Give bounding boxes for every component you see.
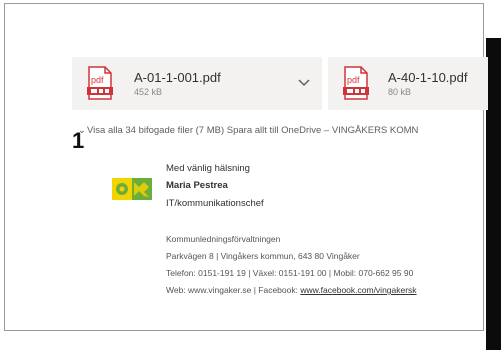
attachment-card-1[interactable]: pdf A-01-1-001.pdf 452 kB [72,57,322,110]
vingaker-logo [112,178,152,200]
pdf-file-icon: pdf [343,66,369,100]
signature-phone: Telefon: 0151-191 19 | Växel: 0151-191 0… [166,268,414,278]
show-all-attachments-link[interactable]: Visa alla 34 bifogade filer (7 MB) [87,125,224,136]
attachment-actions-row: ⌄Visa alla 34 bifogade filer (7 MB) Spar… [78,125,418,136]
attachment-size: 452 kB [134,87,163,97]
facebook-link[interactable]: www.facebook.com/vingakersk [300,285,416,295]
pdf-file-icon: pdf [87,66,113,100]
attachment-size: 80 kB [388,87,412,97]
save-all-onedrive-link[interactable]: Spara allt till OneDrive – VINGÅKERS KOM… [227,125,419,136]
signature-web: Web: www.vingaker.se | Facebook: www.fac… [166,285,417,295]
attachment-card-2[interactable]: pdf A-40-1-10.pdf 80 kB [328,57,488,110]
attachment-name: A-40-1-10.pdf [388,70,468,85]
signature-title: IT/kommunikationschef [166,198,264,209]
svg-text:pdf: pdf [347,75,360,85]
right-edge-bar [486,38,501,350]
signature-name: Maria Pestrea [166,180,228,191]
signature-greeting: Med vänlig hälsning [166,163,250,174]
right-edge-top [486,3,501,38]
signature-address: Parkvägen 8 | Vingåkers kommun, 643 80 V… [166,251,360,261]
overlay-number-label: 1 [72,128,85,153]
attachment-name: A-01-1-001.pdf [134,70,221,85]
svg-text:pdf: pdf [91,75,104,85]
web-prefix: Web: www.vingaker.se | Facebook: [166,285,301,295]
signature-org: Kommunledningsförvaltningen [166,234,281,244]
chevron-down-icon[interactable] [298,78,310,88]
